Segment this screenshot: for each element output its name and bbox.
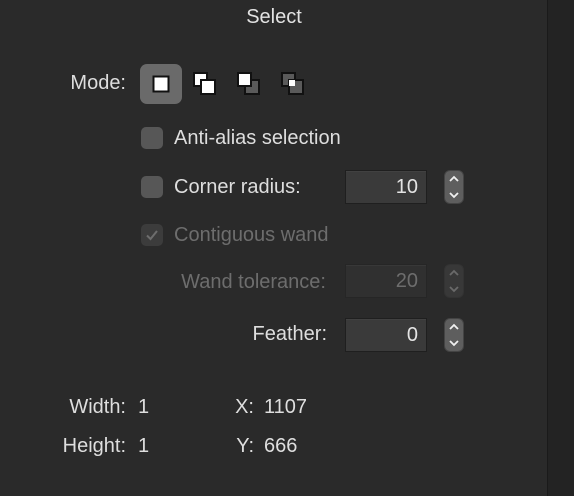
checkmark-icon: [146, 230, 158, 241]
width-label: Width:: [69, 396, 126, 418]
wand-tolerance-stepper[interactable]: [444, 264, 464, 298]
chevron-down-icon[interactable]: [445, 338, 463, 348]
wand-tolerance-input[interactable]: 20: [345, 264, 427, 298]
panel-title: Select: [246, 6, 302, 28]
feather-label: Feather:: [252, 323, 327, 345]
y-value: 666: [264, 435, 298, 457]
feather-stepper[interactable]: [444, 318, 464, 352]
chevron-down-icon[interactable]: [445, 284, 463, 294]
mode-subtract-button[interactable]: [228, 64, 270, 104]
select-tool-panel: Select Mode: Anti-alias selection Corner…: [0, 0, 574, 496]
subtract-selection-icon: [237, 72, 260, 95]
mode-label: Mode:: [70, 72, 126, 94]
corner-radius-label: Corner radius:: [174, 176, 301, 198]
x-value: 1107: [264, 396, 308, 418]
height-label: Height:: [62, 435, 126, 457]
corner-radius-stepper[interactable]: [444, 170, 464, 204]
width-value: 1: [138, 396, 150, 418]
height-value: 1: [138, 435, 150, 457]
contiguous-wand-label: Contiguous wand: [174, 224, 329, 246]
chevron-up-icon[interactable]: [445, 174, 463, 184]
x-label: X:: [235, 396, 254, 418]
intersect-selection-icon: [281, 72, 304, 95]
contiguous-wand-checkbox[interactable]: [141, 224, 163, 246]
chevron-up-icon[interactable]: [445, 322, 463, 332]
corner-radius-input[interactable]: 10: [345, 170, 427, 204]
anti-alias-label: Anti-alias selection: [174, 127, 341, 149]
mode-add-button[interactable]: [184, 64, 226, 104]
anti-alias-checkbox[interactable]: [141, 127, 163, 149]
mode-new-selection-button[interactable]: [140, 64, 182, 104]
corner-radius-checkbox[interactable]: [141, 176, 163, 198]
wand-tolerance-label: Wand tolerance:: [181, 271, 326, 293]
scrollbar-track[interactable]: [547, 0, 574, 496]
chevron-up-icon[interactable]: [445, 268, 463, 278]
chevron-down-icon[interactable]: [445, 190, 463, 200]
feather-input[interactable]: 0: [345, 318, 427, 352]
mode-intersect-button[interactable]: [272, 64, 314, 104]
add-selection-icon: [193, 72, 216, 95]
new-selection-icon: [152, 75, 170, 93]
y-label: Y:: [236, 435, 254, 457]
